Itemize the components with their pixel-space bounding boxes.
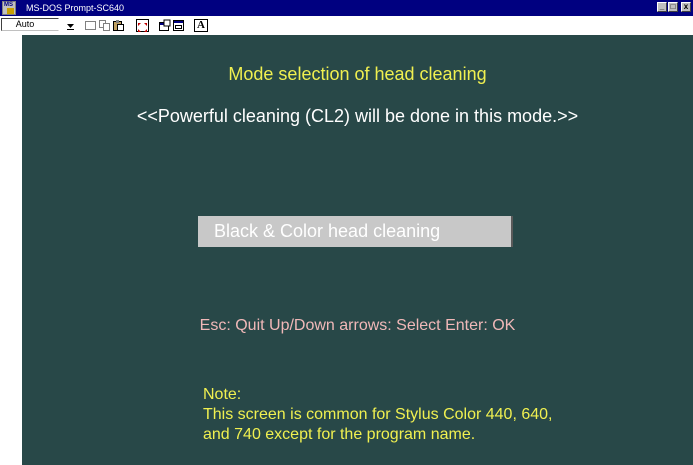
dos-console[interactable]: Mode selection of head cleaning <<Powerf… — [22, 35, 693, 465]
background-icon[interactable] — [172, 19, 185, 32]
option-label: Black & Color head cleaning — [214, 221, 441, 241]
copy-icon[interactable] — [98, 19, 111, 32]
option-black-color-head-cleaning[interactable]: Black & Color head cleaning — [198, 216, 513, 247]
properties-icon[interactable] — [158, 19, 171, 32]
paste-icon[interactable] — [112, 19, 125, 32]
page-title: Mode selection of head cleaning — [228, 64, 487, 84]
note-title: Note: — [203, 386, 242, 403]
note-line: and 740 except for the program name. — [203, 426, 476, 443]
font-size-value: Auto — [15, 19, 35, 29]
close-button[interactable]: x — [681, 2, 691, 12]
note-line: This screen is common for Stylus Color 4… — [203, 406, 553, 423]
font-size-select[interactable]: Auto — [1, 18, 59, 31]
maximize-button[interactable]: □ — [668, 2, 678, 12]
toolbar: Auto A — [0, 16, 693, 35]
mode-description: <<Powerful cleaning (CL2) will be done i… — [136, 106, 579, 126]
title-bar[interactable]: MS MS-DOS Prompt-SC640 _ □ x — [0, 0, 693, 16]
window-title: MS-DOS Prompt-SC640 — [26, 3, 125, 13]
minimize-button[interactable]: _ — [657, 2, 667, 12]
msdos-app-icon[interactable]: MS — [2, 1, 16, 15]
dropdown-arrow-icon[interactable] — [64, 19, 77, 32]
note-block: Note: This screen is common for Stylus C… — [203, 385, 552, 445]
msdos-window: MS MS-DOS Prompt-SC640 _ □ x Auto A Mode… — [0, 0, 693, 465]
key-help-text: Esc: Quit Up/Down arrows: Select Enter: … — [199, 317, 516, 334]
mark-icon[interactable] — [84, 19, 97, 32]
font-icon[interactable]: A — [194, 19, 208, 32]
full-screen-icon[interactable] — [136, 19, 149, 32]
